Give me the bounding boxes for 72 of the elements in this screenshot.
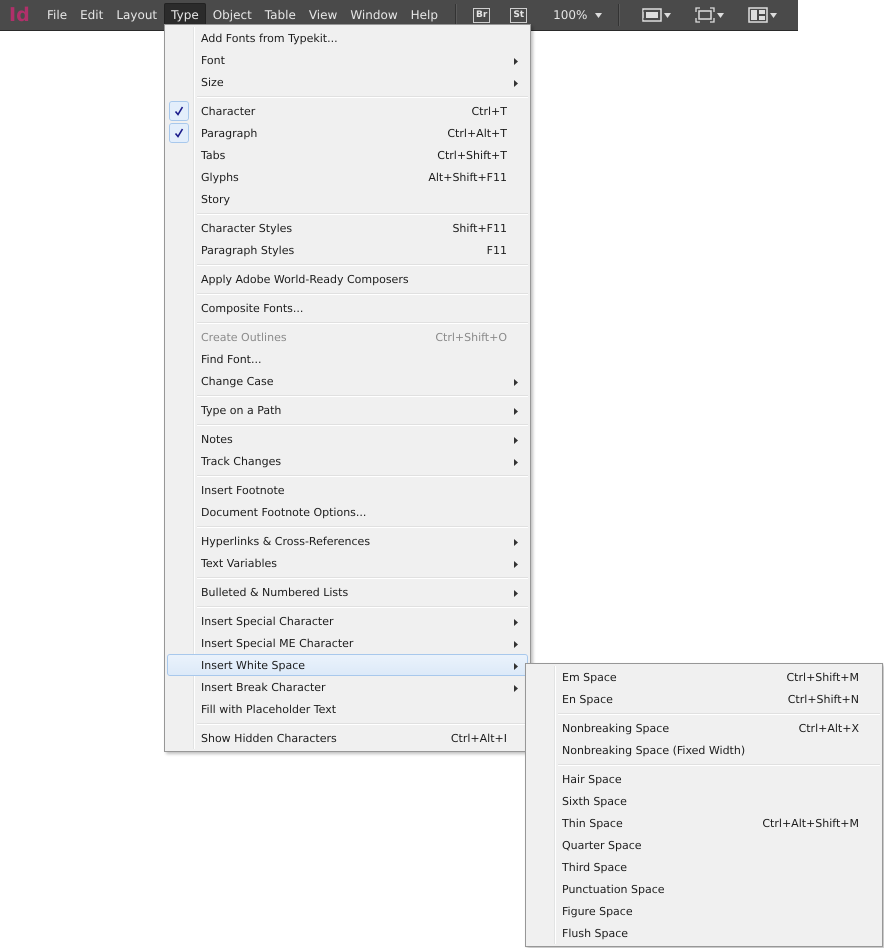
shortcut-text: Ctrl+Alt+T <box>447 126 507 140</box>
menu-item[interactable]: View <box>302 3 344 27</box>
menu-item[interactable]: Glyphs Alt+Shift+F11 <box>167 166 528 188</box>
screen-mode-icon[interactable] <box>695 7 716 23</box>
menu-item[interactable]: Fill with Placeholder Text <box>167 698 528 720</box>
caret-icon <box>595 12 602 18</box>
menu-item[interactable]: Em Space Ctrl+Shift+M <box>528 666 880 688</box>
shortcut-text: Ctrl+Alt+I <box>450 732 507 744</box>
shortcut-text: Alt+Shift+F11 <box>428 170 507 184</box>
menu-item[interactable]: Paragraph Styles F11 <box>167 239 528 261</box>
menu-item[interactable]: Paragraph Ctrl+Alt+T <box>167 122 528 144</box>
shortcut-text: Shift+F11 <box>452 222 507 234</box>
menu-item[interactable]: Size <box>167 71 528 93</box>
menu-item[interactable]: Nonbreaking Space (Fixed Width) <box>528 739 880 761</box>
frame-icon[interactable] <box>642 7 662 23</box>
menu-item[interactable]: Insert Footnote <box>167 479 528 501</box>
shortcut-text: Ctrl+Shift+M <box>786 670 859 684</box>
menu-item[interactable]: Insert Special Character <box>167 610 528 632</box>
menu-item[interactable]: Quarter Space <box>528 834 880 856</box>
menu-item[interactable]: Find Font... <box>167 348 528 370</box>
menu-item[interactable]: Text Variables <box>167 552 528 574</box>
menu-item[interactable]: Figure Space <box>528 900 880 922</box>
menu-item[interactable]: Track Changes <box>167 450 528 472</box>
menu-item[interactable]: Sixth Space <box>528 790 880 812</box>
shortcut-text: Ctrl+Shift+N <box>788 692 859 706</box>
menu-item[interactable]: Composite Fonts... <box>167 297 528 319</box>
menu-item[interactable]: Insert Special ME Character <box>167 632 528 654</box>
shortcut-text: F11 <box>486 244 507 256</box>
menu-item[interactable]: Change Case <box>167 370 528 392</box>
menu-item[interactable]: Table <box>258 3 302 27</box>
menu-item[interactable]: Hair Space <box>528 768 880 790</box>
menu-item[interactable]: Apply Adobe World-Ready Composers <box>167 268 528 290</box>
menu-item[interactable]: Character Ctrl+T <box>167 100 528 122</box>
menu-item[interactable]: Help <box>404 3 444 27</box>
menu-item[interactable]: Show Hidden Characters Ctrl+Alt+I <box>167 727 528 749</box>
menu-item[interactable]: Bulleted & Numbered Lists <box>167 581 528 603</box>
caret-icon <box>770 12 778 18</box>
menu-item[interactable]: Story <box>167 188 528 210</box>
menu-item[interactable]: Punctuation Space <box>528 878 880 900</box>
app-button[interactable]: St <box>510 8 528 22</box>
menu-item[interactable]: Layout <box>110 3 164 27</box>
menu-item[interactable]: Document Footnote Options... <box>167 501 528 523</box>
shortcut-text: Ctrl+Shift+O <box>435 330 507 344</box>
menu-item[interactable]: Tabs Ctrl+Shift+T <box>167 144 528 166</box>
shortcut-text: Ctrl+Alt+X <box>798 722 859 734</box>
menu-item[interactable]: Character Styles Shift+F11 <box>167 217 528 239</box>
shortcut-text: Ctrl+Shift+T <box>437 148 507 162</box>
menu-item[interactable]: En Space Ctrl+Shift+N <box>528 688 880 710</box>
menu-item[interactable]: Notes <box>167 428 528 450</box>
menu-item[interactable]: Insert Break Character <box>167 676 528 698</box>
menu-item[interactable]: Third Space <box>528 856 880 878</box>
zoom-dropdown[interactable]: 100% <box>553 8 602 22</box>
menu-item[interactable]: Flush Space <box>528 922 880 944</box>
menu-item[interactable]: Font <box>167 49 528 71</box>
shortcut-text: Ctrl+Alt+Shift+M <box>762 816 859 830</box>
menu-item[interactable]: Type on a Path <box>167 399 528 421</box>
menu-item[interactable]: Object <box>206 3 258 27</box>
menu-item: Create Outlines Ctrl+Shift+O <box>200 330 508 346</box>
menu-item[interactable]: Edit <box>74 3 110 27</box>
caret-icon <box>717 12 724 18</box>
menu-item[interactable]: Add Fonts from Typekit... <box>167 27 528 49</box>
menu-item[interactable]: File <box>41 3 74 27</box>
menu-item[interactable]: Thin Space Ctrl+Alt+Shift+M <box>528 812 880 834</box>
app-logo: Id <box>8 3 31 28</box>
caret-icon <box>664 12 672 18</box>
menu-item[interactable]: Hyperlinks & Cross-References <box>167 530 528 552</box>
shortcut-text: Ctrl+T <box>471 104 507 118</box>
menu-item[interactable]: Window <box>344 3 404 27</box>
layout-icon[interactable] <box>748 7 768 23</box>
menu-item[interactable]: Nonbreaking Space Ctrl+Alt+X <box>528 717 880 739</box>
app-button[interactable]: Br <box>473 8 490 22</box>
menu-item[interactable]: Insert White Space <box>167 654 528 676</box>
